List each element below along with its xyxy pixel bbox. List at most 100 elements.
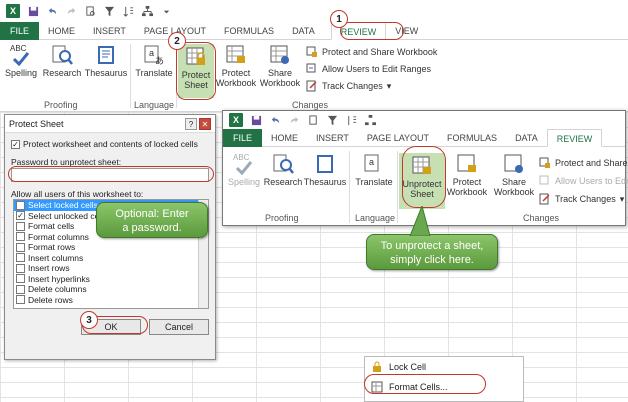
protect-workbook-icon [226,45,245,63]
tab-formulas[interactable]: FORMULAS [215,22,283,40]
checkbox[interactable] [16,232,25,242]
checkbox[interactable] [16,253,25,263]
lock-icon [373,361,381,372]
undo-icon[interactable] [47,6,58,17]
lock-cell-label: Lock Cell [389,362,427,372]
checkbox[interactable] [16,242,25,252]
filter-icon[interactable] [104,6,115,17]
tab-file[interactable]: FILE [223,128,263,147]
save-icon[interactable] [251,115,262,126]
track-changes-command[interactable]: Track Changes ▾ [539,193,624,205]
tab-insert[interactable]: INSERT [84,22,135,40]
list-item-label: Insert columns [28,252,84,263]
protect-share-command[interactable]: Protect and Share [539,157,628,169]
save-icon[interactable] [28,6,39,17]
close-icon[interactable]: ✕ [199,117,211,130]
research-button[interactable]: Research [263,153,303,187]
cancel-button[interactable]: Cancel [149,319,209,335]
list-item[interactable]: Delete columns [14,284,208,295]
protect-workbook-label-1: Protect [452,177,482,187]
print-preview-icon[interactable] [308,114,319,126]
list-item[interactable]: Insert rows [14,263,208,274]
tab-home[interactable]: HOME [39,22,84,40]
svg-text:a: a [369,157,374,167]
share-workbook-label-2: Workbook [259,78,301,88]
research-icon [52,45,73,65]
chevron-down-icon: ▾ [386,80,392,91]
checkbox[interactable]: ✓ [11,139,20,149]
tab-home[interactable]: HOME [262,129,307,147]
tab-insert[interactable]: INSERT [307,129,358,147]
track-changes-command[interactable]: Track Changes ▾ [306,80,391,92]
org-chart-icon[interactable] [142,5,153,17]
checkbox[interactable] [16,295,25,305]
filter-icon[interactable] [327,115,338,126]
tab-data[interactable]: DATA [506,129,547,147]
checkbox[interactable] [16,284,25,294]
customize-qat-icon[interactable] [161,6,172,17]
quick-access-toolbar-2: X [223,111,625,129]
protect-share-workbook-command[interactable]: Protect and Share Workbook [306,46,437,58]
tab-file[interactable]: FILE [0,21,40,40]
tab-page-layout[interactable]: PAGE LAYOUT [358,129,438,147]
share-workbook-button[interactable]: Share Workbook [258,44,302,88]
group-separator [130,44,131,108]
list-item[interactable]: Delete rows [14,295,208,306]
checkbox[interactable]: ✓ [16,200,25,210]
list-item[interactable]: Insert columns [14,253,208,264]
protect-worksheet-option[interactable]: ✓ Protect worksheet and contents of lock… [11,139,198,149]
checkbox[interactable] [16,221,25,231]
step-3-marker: 3 [80,311,98,329]
allow-users-label: Allow Users to Edit [555,176,628,186]
share-workbook-button[interactable]: Share Workbook [491,153,537,197]
allow-users-edit-ranges-command[interactable]: Allow Users to Edit Ranges [306,63,431,75]
svg-text:a: a [149,48,154,58]
print-preview-icon[interactable] [85,5,96,17]
protect-workbook-button[interactable]: Protect Workbook [445,153,489,197]
unprotect-callout: To unprotect a sheet, simply click here. [366,234,498,270]
thesaurus-label: Thesaurus [84,68,128,78]
list-item-label: Format rows [28,242,76,253]
checkbox[interactable] [16,263,25,273]
research-button[interactable]: Research [42,44,82,78]
tab-formulas[interactable]: FORMULAS [438,129,506,147]
share-workbook-label-2: Workbook [493,187,535,197]
allow-users-icon [539,175,549,185]
undo-icon[interactable] [270,115,281,126]
translate-icon: a [364,154,379,172]
tab-review[interactable]: REVIEW [546,128,603,147]
org-chart-icon[interactable] [365,114,376,126]
track-changes-icon [306,80,317,92]
sort-icon[interactable] [123,6,134,17]
password-callout-line-2: a password. [122,222,182,234]
track-changes-label: Track Changes [555,194,616,204]
help-icon[interactable]: ? [185,117,197,130]
allow-users-command[interactable]: Allow Users to Edit [539,175,628,187]
list-item[interactable]: Format rows [14,242,208,253]
spelling-icon: ABC [10,44,32,66]
dialog-title-bar: Protect Sheet ? ✕ [5,115,215,133]
redo-icon[interactable] [289,115,300,126]
spelling-button[interactable]: ABC Spelling [227,153,261,187]
tab-data[interactable]: DATA [283,22,331,40]
redo-icon[interactable] [66,6,77,17]
share-workbook-icon [270,45,289,64]
spelling-button[interactable]: ABC Spelling [4,44,38,78]
protect-share-label: Protect and Share Workbook [322,47,438,57]
ribbon-tabs: FILE HOME INSERT PAGE LAYOUT FORMULAS DA… [0,21,628,40]
checkbox[interactable]: ✓ [16,211,25,221]
translate-button[interactable]: a Translate [353,153,395,187]
sort-icon[interactable] [346,115,357,126]
translate-button[interactable]: aあ Translate [134,44,174,78]
list-item[interactable]: Insert hyperlinks [14,274,208,285]
thesaurus-label: Thesaurus [303,177,347,187]
protect-workbook-icon [457,154,476,172]
thesaurus-button[interactable]: Thesaurus [84,44,128,78]
allow-users-label: Allow all users of this worksheet to: [11,189,144,199]
dialog-title: Protect Sheet [9,118,64,129]
list-item-label: Select locked cells [28,200,98,211]
protect-workbook-button[interactable]: Protect Workbook [216,44,256,88]
thesaurus-button[interactable]: Thesaurus [303,153,347,187]
checkbox[interactable] [16,274,25,284]
thesaurus-icon [98,46,114,64]
